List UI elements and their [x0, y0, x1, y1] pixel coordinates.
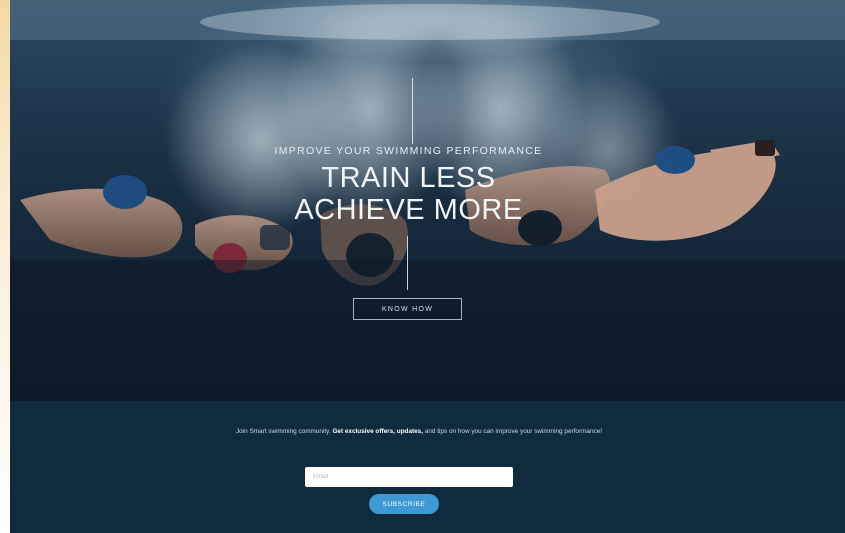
hero-title: TRAIN LESS ACHIEVE MORE [10, 162, 807, 226]
newsletter-text-outro: and tips on how you can improve your swi… [423, 428, 603, 435]
newsletter-section: Join Smart swimming community. Get exclu… [10, 401, 845, 533]
know-how-button[interactable]: KNOW HOW [353, 298, 462, 320]
newsletter-text-intro: Join Smart swimming community. [235, 428, 333, 435]
hero-section: IMPROVE YOUR SWIMMING PERFORMANCE TRAIN … [10, 0, 845, 401]
hero-overlay: IMPROVE YOUR SWIMMING PERFORMANCE TRAIN … [10, 0, 845, 401]
hero-title-line-1: TRAIN LESS [321, 162, 496, 194]
decorative-line-bottom [407, 236, 408, 290]
left-accent-strip [0, 0, 10, 533]
subscribe-button[interactable]: SUBSCRIBE [369, 494, 439, 514]
hero-title-line-2: ACHIEVE MORE [294, 194, 523, 226]
newsletter-description: Join Smart swimming community. Get exclu… [10, 428, 828, 435]
newsletter-text-highlight: Get exclusive offers, updates, [332, 428, 424, 435]
landing-page: IMPROVE YOUR SWIMMING PERFORMANCE TRAIN … [0, 0, 845, 533]
hero-subtitle: IMPROVE YOUR SWIMMING PERFORMANCE [274, 145, 543, 157]
decorative-line-top [412, 78, 413, 144]
email-input[interactable] [305, 467, 513, 487]
